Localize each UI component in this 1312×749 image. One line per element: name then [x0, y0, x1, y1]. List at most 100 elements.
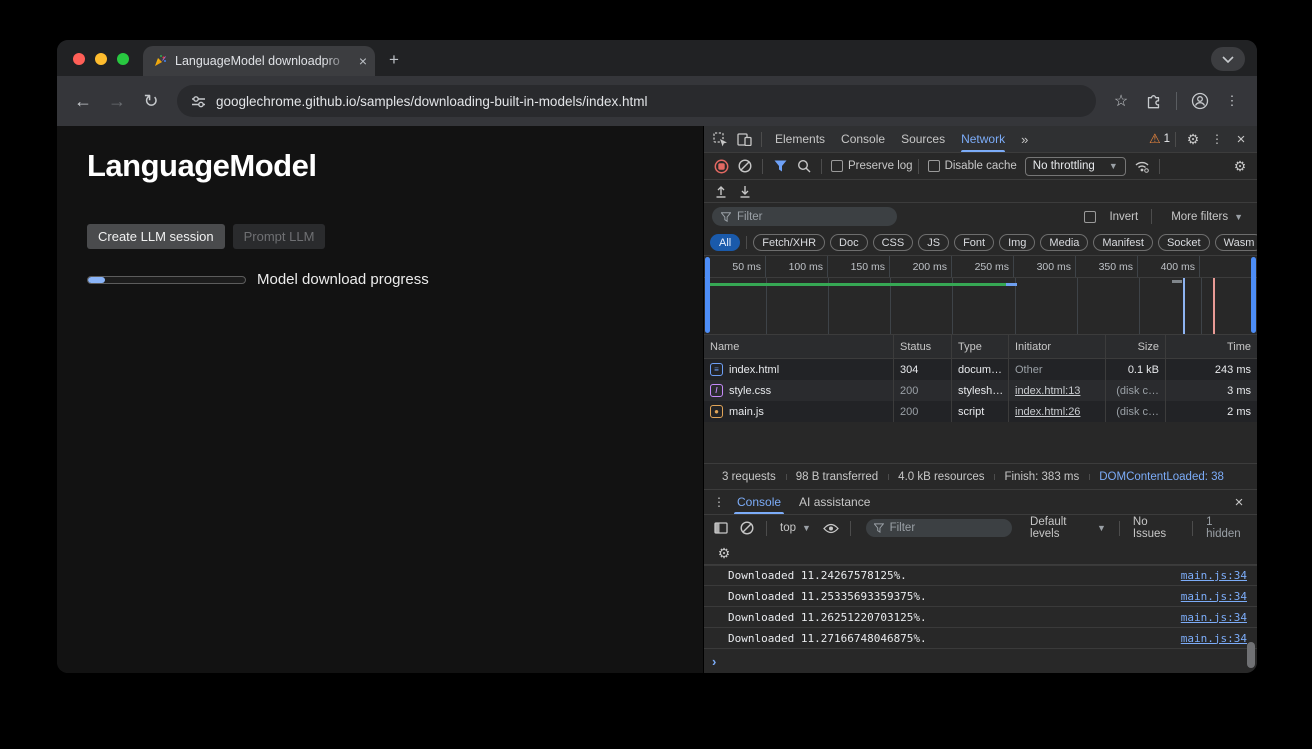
import-har-icon[interactable]: [709, 180, 733, 202]
console-message[interactable]: Downloaded 11.24267578125%. main.js:34: [704, 565, 1257, 586]
warning-icon: ⚠: [1149, 131, 1161, 147]
tab-close-icon[interactable]: ×: [359, 53, 367, 69]
create-llm-session-button[interactable]: Create LLM session: [87, 224, 225, 249]
disable-cache-checkbox[interactable]: [928, 160, 940, 172]
overview-right-handle[interactable]: [1251, 257, 1256, 333]
tab-elements[interactable]: Elements: [767, 126, 833, 152]
tab-console[interactable]: Console: [833, 126, 893, 152]
tab-sources[interactable]: Sources: [893, 126, 953, 152]
network-settings-icon[interactable]: ⚙: [1228, 155, 1252, 177]
chevron-down-icon: ▼: [1109, 161, 1118, 171]
back-button[interactable]: ←: [69, 87, 97, 115]
drawer-close-icon[interactable]: ×: [1227, 491, 1251, 513]
network-search-icon[interactable]: [792, 155, 816, 177]
chip-all[interactable]: All: [710, 234, 740, 251]
network-overview-timeline[interactable]: 50 ms 100 ms 150 ms 200 ms 250 ms 300 ms…: [704, 256, 1257, 335]
devtools-menu-icon[interactable]: ⋮: [1205, 128, 1229, 150]
console-scrollbar[interactable]: [1247, 642, 1255, 668]
column-type[interactable]: Type: [951, 335, 1008, 358]
column-time[interactable]: Time: [1165, 335, 1257, 358]
devtools-settings-icon[interactable]: ⚙: [1181, 128, 1205, 150]
traffic-lights: [57, 53, 143, 76]
initiator-link[interactable]: index.html:26: [1015, 406, 1080, 418]
table-row[interactable]: /style.css 200 stylesh… index.html:13 (d…: [704, 380, 1257, 401]
inspect-element-icon[interactable]: [708, 128, 732, 150]
drawer-menu-icon[interactable]: ⋮: [710, 491, 728, 513]
timeline-gray-tick: [1172, 280, 1182, 283]
tab-network[interactable]: Network: [953, 126, 1013, 152]
source-link[interactable]: main.js:34: [1181, 569, 1247, 582]
close-window-button[interactable]: [73, 53, 85, 65]
chip-manifest[interactable]: Manifest: [1093, 234, 1153, 251]
tab-search-button[interactable]: [1211, 47, 1245, 71]
source-link[interactable]: main.js:34: [1181, 611, 1247, 624]
initiator-link[interactable]: index.html:13: [1015, 385, 1080, 397]
chip-fetch-xhr[interactable]: Fetch/XHR: [753, 234, 825, 251]
table-row[interactable]: ●main.js 200 script index.html:26 (disk …: [704, 401, 1257, 422]
column-status[interactable]: Status: [893, 335, 951, 358]
export-har-icon[interactable]: [733, 180, 757, 202]
record-network-log-icon[interactable]: [709, 155, 733, 177]
clear-network-log-icon[interactable]: [733, 155, 757, 177]
live-expression-eye-icon[interactable]: [819, 517, 843, 539]
log-levels-select[interactable]: Default levels▼: [1024, 516, 1112, 540]
chip-wasm[interactable]: Wasm: [1215, 234, 1257, 251]
issues-badge[interactable]: ⚠1: [1149, 131, 1170, 147]
load-event-marker: [1213, 278, 1215, 334]
table-row[interactable]: ≡index.html 304 docum… Other 0.1 kB 243 …: [704, 359, 1257, 380]
forward-button[interactable]: →: [103, 87, 131, 115]
device-toolbar-icon[interactable]: [732, 128, 756, 150]
network-filter-input[interactable]: [737, 211, 888, 223]
site-info-icon[interactable]: [191, 94, 206, 109]
no-issues-label[interactable]: No Issues: [1127, 516, 1185, 540]
address-bar[interactable]: googlechrome.github.io/samples/downloadi…: [177, 85, 1096, 117]
progress-fill: [88, 277, 105, 283]
more-tabs-icon[interactable]: »: [1013, 126, 1036, 152]
drawer-tab-console[interactable]: Console: [728, 490, 790, 514]
console-context-select[interactable]: top▼: [774, 522, 817, 534]
console-message[interactable]: Downloaded 11.27166748046875%. main.js:3…: [704, 628, 1257, 649]
more-filters-button[interactable]: More filters▼: [1165, 211, 1249, 223]
throttling-select[interactable]: No throttling▼: [1025, 157, 1126, 176]
source-link[interactable]: main.js:34: [1181, 632, 1247, 645]
console-message[interactable]: Downloaded 11.25335693359375%. main.js:3…: [704, 586, 1257, 607]
extensions-icon[interactable]: [1140, 88, 1166, 114]
chip-doc[interactable]: Doc: [830, 234, 868, 251]
devtools-close-icon[interactable]: ×: [1229, 128, 1253, 150]
tab-strip: LanguageModel downloadpro × +: [57, 40, 1257, 76]
filter-funnel-icon: [874, 523, 884, 533]
browser-tab[interactable]: LanguageModel downloadpro ×: [143, 46, 375, 76]
console-settings-icon[interactable]: ⚙: [712, 542, 736, 564]
chip-socket[interactable]: Socket: [1158, 234, 1210, 251]
maximize-window-button[interactable]: [117, 53, 129, 65]
minimize-window-button[interactable]: [95, 53, 107, 65]
chip-css[interactable]: CSS: [873, 234, 914, 251]
bookmark-star-icon[interactable]: ☆: [1108, 88, 1134, 114]
preserve-log-checkbox[interactable]: [831, 160, 843, 172]
prompt-llm-button[interactable]: Prompt LLM: [233, 224, 326, 249]
console-message[interactable]: Downloaded 11.26251220703125%. main.js:3…: [704, 607, 1257, 628]
source-link[interactable]: main.js:34: [1181, 590, 1247, 603]
new-tab-button[interactable]: +: [375, 50, 399, 76]
invert-checkbox[interactable]: [1084, 211, 1096, 223]
console-filter-input[interactable]: [890, 522, 1004, 534]
hidden-messages-label[interactable]: 1 hidden: [1200, 516, 1252, 540]
console-sidebar-icon[interactable]: [709, 517, 733, 539]
clear-console-icon[interactable]: [735, 517, 759, 539]
drawer-tab-ai-assistance[interactable]: AI assistance: [790, 490, 879, 514]
browser-menu-icon[interactable]: ⋮: [1219, 88, 1245, 114]
chip-media[interactable]: Media: [1040, 234, 1088, 251]
profile-icon[interactable]: [1187, 88, 1213, 114]
chip-img[interactable]: Img: [999, 234, 1035, 251]
reload-button[interactable]: ↻: [137, 87, 165, 115]
filter-toggle-icon[interactable]: [768, 155, 792, 177]
tick-50ms: 50 ms: [704, 256, 766, 277]
console-prompt[interactable]: ›: [704, 649, 1257, 673]
column-initiator[interactable]: Initiator: [1008, 335, 1105, 358]
column-size[interactable]: Size: [1105, 335, 1165, 358]
column-name[interactable]: Name: [704, 335, 893, 358]
chip-font[interactable]: Font: [954, 234, 994, 251]
chip-js[interactable]: JS: [918, 234, 949, 251]
overview-left-handle[interactable]: [705, 257, 710, 333]
network-conditions-icon[interactable]: [1130, 155, 1154, 177]
